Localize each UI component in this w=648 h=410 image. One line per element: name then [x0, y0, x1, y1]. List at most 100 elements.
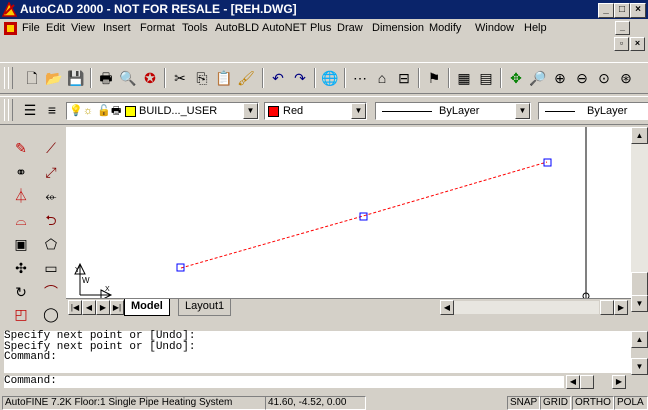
- menu-draw[interactable]: Draw: [337, 22, 363, 34]
- menu-tools[interactable]: Tools: [182, 22, 208, 34]
- pan-realtime-icon[interactable]: ✥: [506, 68, 526, 88]
- minimize-button[interactable]: _: [598, 3, 614, 18]
- array-icon[interactable]: ▣: [10, 233, 32, 255]
- arc-icon[interactable]: ⌒: [40, 281, 62, 303]
- scale-icon[interactable]: ◰: [10, 303, 32, 325]
- ucs-icon[interactable]: ⌂: [372, 68, 392, 88]
- tab-next-icon[interactable]: ▶: [96, 300, 110, 315]
- properties-icon[interactable]: ▦: [454, 68, 474, 88]
- construction-line-icon[interactable]: ⤢: [40, 161, 62, 183]
- print-preview-icon[interactable]: 🔍: [118, 68, 138, 88]
- rectangle-icon[interactable]: ▭: [40, 257, 62, 279]
- zoom-extents-icon[interactable]: ⊙: [594, 68, 614, 88]
- internet-icon[interactable]: 🌐: [320, 68, 340, 88]
- menu-help[interactable]: Help: [524, 22, 547, 34]
- linetype-dropdown-arrow[interactable]: ▼: [515, 103, 530, 119]
- zoom-realtime-icon[interactable]: 🔎: [528, 68, 548, 88]
- grid-toggle[interactable]: GRID: [540, 396, 571, 410]
- hscroll-thumb[interactable]: [600, 300, 614, 315]
- open-folder-icon[interactable]: 📂: [44, 68, 64, 88]
- color-dropdown-arrow[interactable]: ▼: [351, 103, 366, 119]
- scroll-up-icon[interactable]: ▲: [631, 127, 648, 144]
- zoom-window-icon[interactable]: ⊕: [550, 68, 570, 88]
- tab-layout1[interactable]: Layout1: [178, 299, 232, 316]
- scroll-thumb[interactable]: [631, 272, 648, 296]
- tab-last-icon[interactable]: ▶|: [110, 300, 124, 315]
- menu-format[interactable]: Format: [140, 22, 175, 34]
- match-properties-icon[interactable]: 🖌: [236, 68, 256, 88]
- offset-icon[interactable]: ⌓: [10, 209, 32, 231]
- cmd-scroll-down-icon[interactable]: ▼: [631, 358, 648, 375]
- doc-minimize-icon[interactable]: _: [615, 21, 630, 35]
- menu-view[interactable]: View: [71, 22, 95, 34]
- zoom-previous-icon[interactable]: ⊖: [572, 68, 592, 88]
- horizontal-scroll-track[interactable]: [454, 301, 599, 314]
- rotate-icon[interactable]: ↻: [10, 281, 32, 303]
- new-file-icon[interactable]: 🗋: [22, 68, 42, 88]
- toolbar-grip[interactable]: [8, 67, 13, 89]
- tab-model[interactable]: Model: [124, 299, 170, 316]
- lineweight-select[interactable]: ByLayer: [538, 102, 648, 120]
- undo-icon[interactable]: ↶: [268, 68, 288, 88]
- distance-icon[interactable]: ⊟: [394, 68, 414, 88]
- snap-toggle[interactable]: SNAP: [507, 396, 541, 410]
- menu-plus[interactable]: Plus: [310, 22, 331, 34]
- polar-toggle[interactable]: POLA: [614, 396, 648, 410]
- cut-icon[interactable]: ✂: [170, 68, 190, 88]
- layer-properties-icon[interactable]: ☰: [20, 100, 40, 120]
- hscroll-right-icon[interactable]: ▶: [614, 300, 628, 315]
- linetype-preview: [382, 111, 432, 112]
- polygon-icon[interactable]: ⮌: [40, 209, 62, 231]
- aerial-view-icon[interactable]: ⚑: [424, 68, 444, 88]
- line-icon[interactable]: ⟋: [40, 137, 62, 159]
- make-current-layer-icon[interactable]: ≡: [42, 100, 62, 120]
- menu-autonet[interactable]: AutoNET: [262, 22, 307, 34]
- scroll-down-icon[interactable]: ▼: [631, 295, 648, 312]
- doc-restore-icon[interactable]: ▫: [614, 37, 629, 51]
- close-button[interactable]: ×: [630, 3, 646, 18]
- vertical-scrollbar[interactable]: ▲ ▼: [631, 127, 648, 312]
- menu-insert[interactable]: Insert: [103, 22, 131, 34]
- redo-icon[interactable]: ↷: [290, 68, 310, 88]
- drawing-canvas[interactable]: W Y X: [66, 127, 631, 298]
- command-input[interactable]: Command:: [4, 376, 564, 388]
- hscroll-left-icon[interactable]: ◀: [440, 300, 454, 315]
- toolbar-grip[interactable]: [8, 99, 13, 121]
- hexagon-icon[interactable]: ⬠: [40, 233, 62, 255]
- cmd-hscroll-thumb[interactable]: [580, 375, 594, 389]
- save-disk-icon[interactable]: 💾: [66, 68, 86, 88]
- doc-close-icon[interactable]: ×: [630, 37, 645, 51]
- maximize-button[interactable]: □: [614, 3, 630, 18]
- tab-first-icon[interactable]: |◀: [68, 300, 82, 315]
- copy-icon[interactable]: ⎘: [192, 68, 212, 88]
- color-select[interactable]: Red ▼: [264, 102, 367, 120]
- ortho-toggle[interactable]: ORTHO: [572, 396, 614, 410]
- tab-prev-icon[interactable]: ◀: [82, 300, 96, 315]
- design-center-icon[interactable]: ▤: [476, 68, 496, 88]
- copy-object-icon[interactable]: ⚭: [10, 161, 32, 183]
- snap-dropdown-icon[interactable]: ⋯: [350, 68, 370, 88]
- menu-file[interactable]: File: [22, 22, 40, 34]
- menu-dimension[interactable]: Dimension: [372, 22, 424, 34]
- menu-edit[interactable]: Edit: [46, 22, 65, 34]
- autocad-app-icon[interactable]: [2, 2, 17, 17]
- drawing-doc-icon[interactable]: [3, 21, 18, 36]
- layer-dropdown-arrow[interactable]: ▼: [243, 103, 258, 119]
- menu-autobld[interactable]: AutoBLD: [215, 22, 259, 34]
- menu-window[interactable]: Window: [475, 22, 514, 34]
- linetype-select[interactable]: ByLayer ▼: [375, 102, 531, 120]
- move-icon[interactable]: ✣: [10, 257, 32, 279]
- mirror-icon[interactable]: ⏃: [10, 185, 32, 207]
- menu-modify[interactable]: Modify: [429, 22, 461, 34]
- paste-icon[interactable]: 📋: [214, 68, 234, 88]
- spell-check-icon[interactable]: ✪: [140, 68, 160, 88]
- cmd-hscroll-right-icon[interactable]: ▶: [612, 375, 626, 389]
- erase-icon[interactable]: ✎: [10, 137, 32, 159]
- circle-icon[interactable]: ◯: [40, 303, 62, 325]
- layer-select[interactable]: 💡 ☼ 🔓 🖶 BUILD..._USER ▼: [66, 102, 259, 120]
- cmd-hscroll-left-icon[interactable]: ◀: [566, 375, 580, 389]
- cmd-scroll-up-icon[interactable]: ▲: [631, 331, 648, 348]
- print-icon[interactable]: 🖶: [96, 68, 116, 88]
- polyline-icon[interactable]: ⬰: [40, 185, 62, 207]
- zoom-all-icon[interactable]: ⊛: [616, 68, 636, 88]
